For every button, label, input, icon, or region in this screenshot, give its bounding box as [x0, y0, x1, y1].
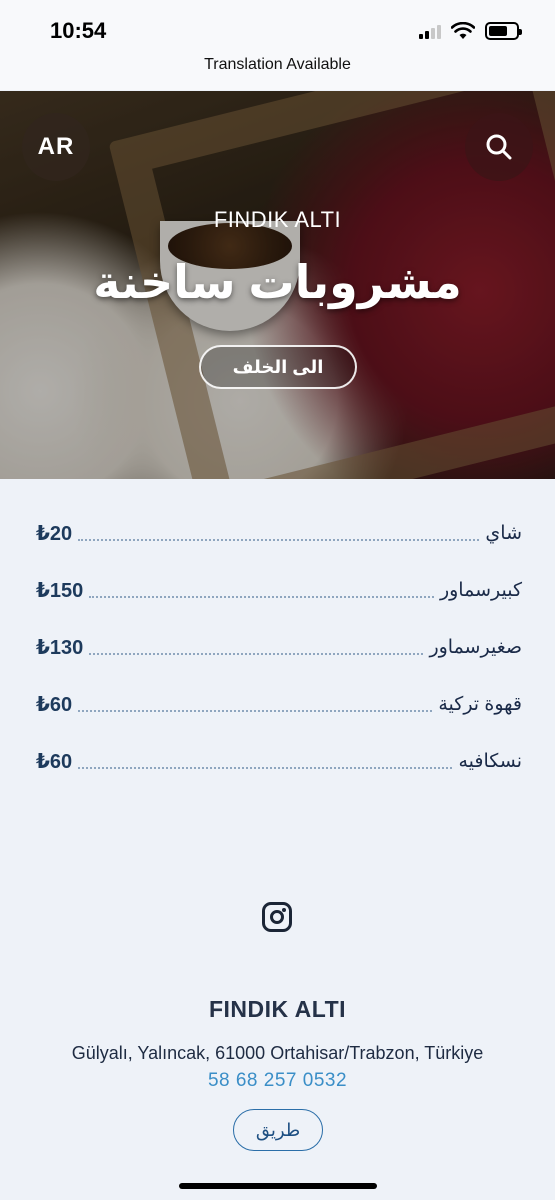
wifi-icon: [451, 22, 475, 39]
item-name: قهوة تركية: [438, 694, 522, 715]
menu-item[interactable]: ₺130 صغيرسماور: [36, 619, 522, 676]
menu-item[interactable]: ₺60 نسكافيه: [36, 733, 522, 790]
back-button[interactable]: الى الخلف: [199, 345, 357, 389]
item-name: شاي: [485, 523, 522, 544]
status-icons: [419, 22, 522, 40]
category-title: مشروبات ساخنة: [93, 256, 462, 308]
directions-button[interactable]: طريق: [233, 1109, 323, 1151]
menu-item[interactable]: ₺150 كبيرسماور: [36, 562, 522, 619]
item-price: ₺60: [36, 694, 73, 716]
menu-item[interactable]: ₺20 شاي: [36, 505, 522, 562]
footer-address: Gülyalı, Yalıncak, 61000 Ortahisar/Trabz…: [71, 1043, 484, 1063]
battery-icon: [485, 22, 522, 40]
dotted-leader: [78, 709, 433, 712]
status-time: 10:54: [50, 18, 107, 43]
menu-list: ₺20 شاي ₺150 كبيرسماور ₺130 صغيرسماور ₺6…: [36, 505, 522, 790]
search-button[interactable]: [465, 113, 533, 181]
hero-banner: AR FINDIK ALTI مشروبات ساخنة الى الخلف: [0, 91, 555, 479]
dotted-leader: [89, 595, 434, 598]
translation-banner[interactable]: Translation Available: [0, 56, 555, 74]
search-icon: [486, 134, 512, 160]
item-name: صغيرسماور: [429, 637, 522, 658]
dotted-leader: [89, 652, 424, 655]
item-name: كبيرسماور: [439, 580, 522, 601]
item-price: ₺20: [36, 523, 73, 545]
dotted-leader: [78, 538, 480, 541]
footer-restaurant-name: FINDIK ALTI: [208, 996, 347, 1022]
menu-item[interactable]: ₺60 قهوة تركية: [36, 676, 522, 733]
item-price: ₺130: [36, 637, 84, 659]
language-button[interactable]: AR: [22, 113, 90, 181]
item-price: ₺60: [36, 751, 73, 773]
item-price: ₺150: [36, 580, 84, 602]
home-indicator: [179, 1183, 377, 1189]
cellular-signal-icon: [419, 23, 441, 39]
footer-phone-link[interactable]: 58 68 257 0532: [0, 1070, 555, 1092]
instagram-icon[interactable]: [262, 902, 292, 932]
dotted-leader: [78, 766, 453, 769]
hero-brand: FINDIK ALTI: [213, 207, 342, 232]
status-bar: 10:54 Translation Available: [0, 0, 555, 90]
item-name: نسكافيه: [458, 751, 522, 772]
